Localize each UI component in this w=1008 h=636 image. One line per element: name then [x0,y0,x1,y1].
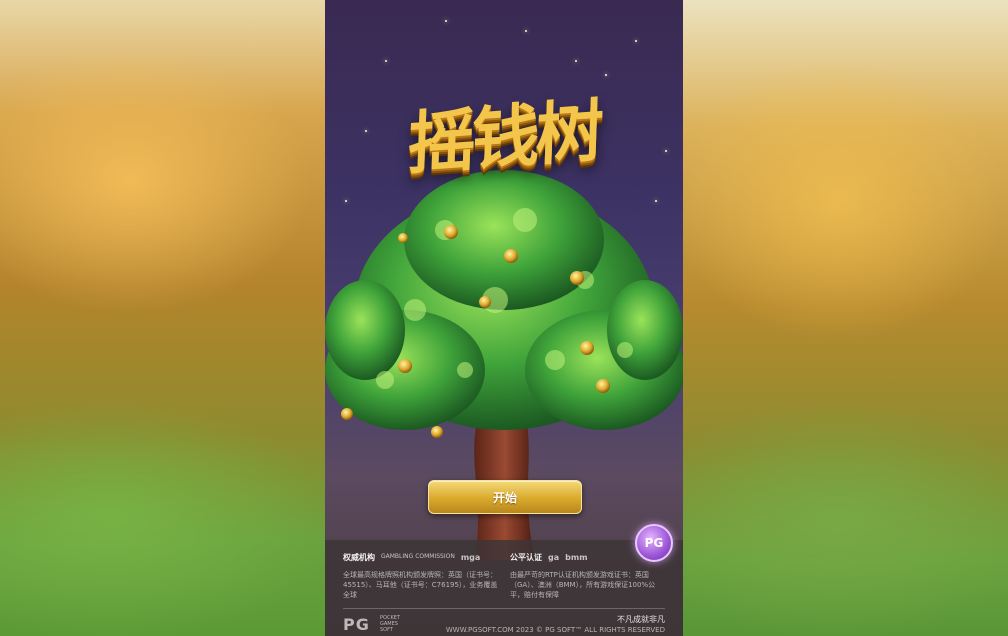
blurred-background-right [678,0,1008,636]
star [575,60,577,62]
star [385,60,387,62]
star [445,20,447,22]
pg-logo-subtext: POCKET GAMES SOFT [380,615,400,633]
blurred-background-left [0,0,330,636]
authority-section: 权威机构 GAMBLING COMMISSION mga 全球最高规格牌照机构颁… [343,550,501,600]
pg-logo: PG [343,615,370,634]
authority-title: 权威机构 [343,552,375,562]
certification-title: 公平认证 [510,552,542,562]
slogan: 不凡成就非凡 [617,615,665,624]
star [635,40,637,42]
authority-description: 全球最高规格牌照机构颁发牌照：英国（证书号：45515）、马耳他（证书号：C76… [343,571,498,599]
pg-badge-icon[interactable]: PG [635,524,673,562]
bmm-logo: bmm [565,552,588,562]
certification-description: 由最严苛的RTP认证机构颁发游戏证书：英国（GA）、澳洲（BMM），所有游戏保证… [510,571,656,599]
start-button[interactable]: 开始 [428,480,582,514]
gambling-commission-logo: GAMBLING COMMISSION [381,553,455,560]
ga-logo: ga [548,552,560,562]
game-screen: 摇钱树 开始 权威机构 GAMBLING COMMISSION mga 全球最高… [325,0,683,636]
footer-divider [343,608,665,609]
copyright-text: WWW.PGSOFT.COM 2023 © PG SOFT™ ALL RIGHT… [445,626,665,634]
star [525,30,527,32]
mga-logo: mga [460,552,481,562]
